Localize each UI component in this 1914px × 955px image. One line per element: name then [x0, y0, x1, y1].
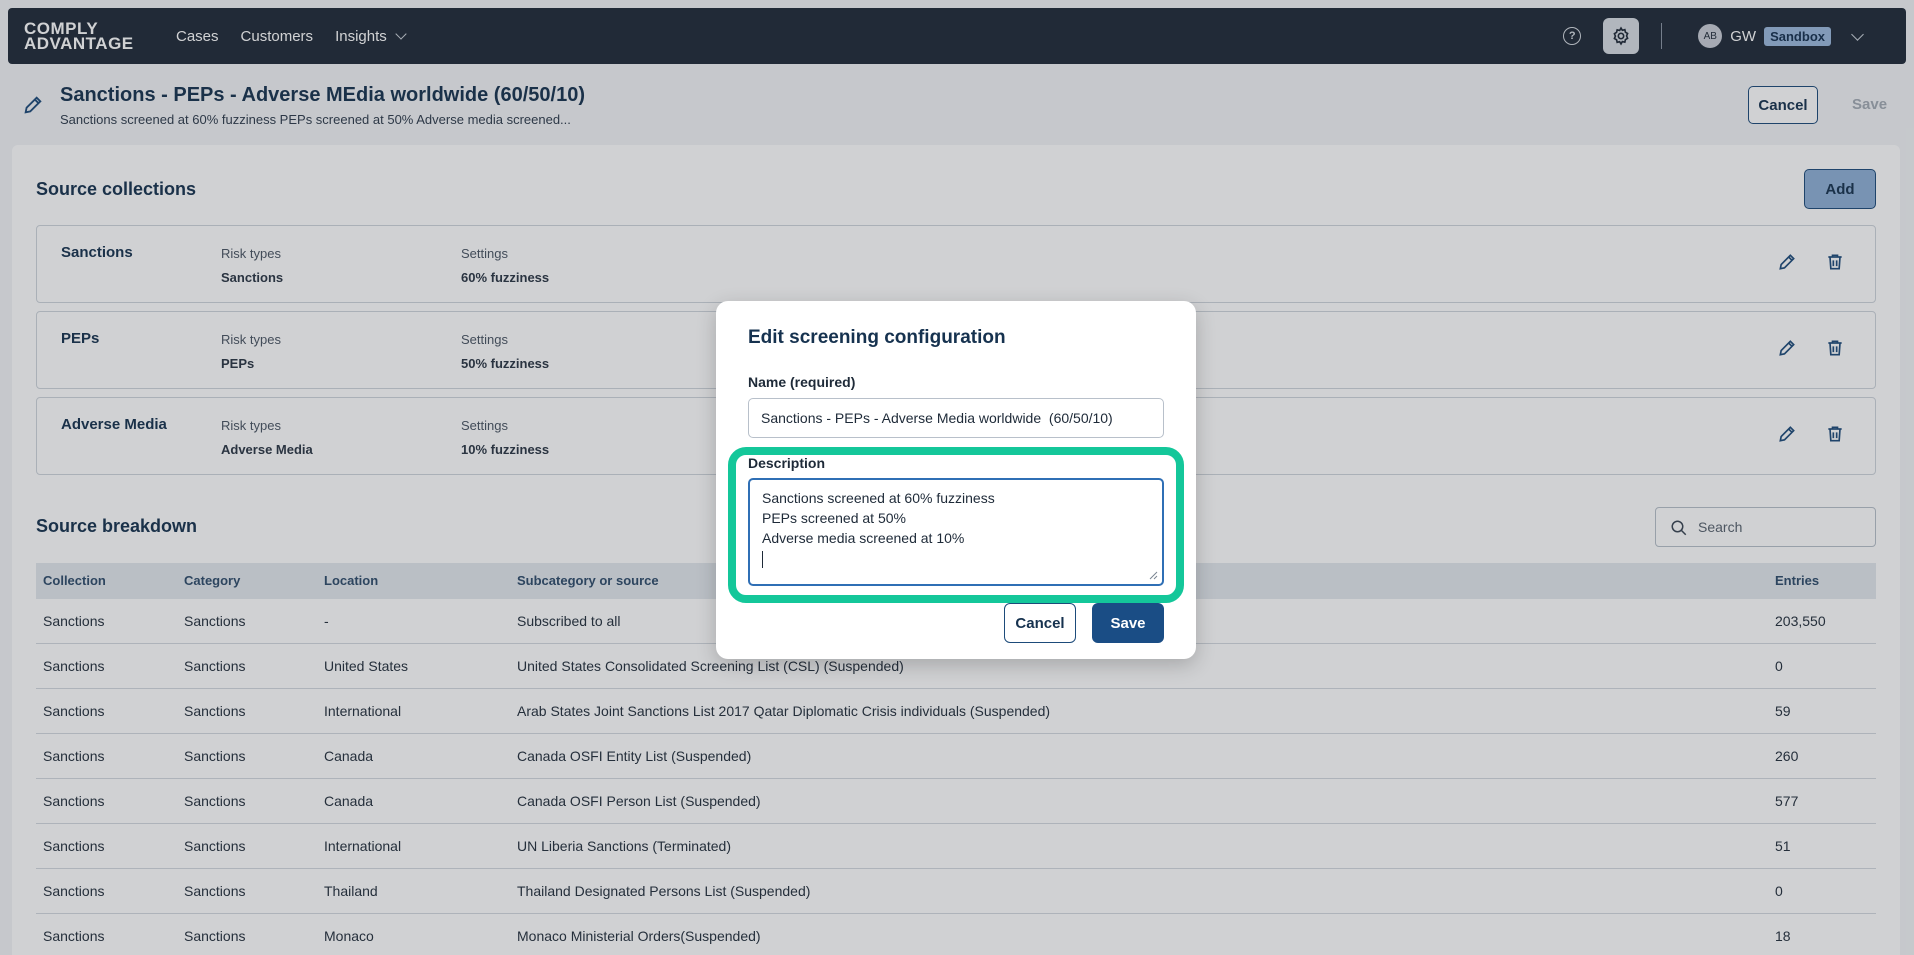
page: COMPLY ADVANTAGE Cases Customers Insight… — [0, 0, 1914, 955]
description-label: Description — [748, 455, 826, 471]
modal-cancel-button[interactable]: Cancel — [1004, 603, 1076, 643]
name-label: Name (required) — [748, 374, 856, 390]
description-line: Adverse media screened at 10% — [762, 530, 965, 546]
name-field[interactable] — [748, 398, 1164, 438]
description-field[interactable]: Sanctions screened at 60% fuzziness PEPs… — [748, 478, 1164, 586]
modal-save-button[interactable]: Save — [1092, 603, 1164, 643]
text-cursor — [762, 548, 1150, 568]
resize-grip-icon[interactable] — [1148, 570, 1158, 580]
description-line: PEPs screened at 50% — [762, 510, 906, 526]
edit-screening-modal: Edit screening configuration Name (requi… — [716, 301, 1196, 659]
description-line: Sanctions screened at 60% fuzziness — [762, 490, 995, 506]
modal-title: Edit screening configuration — [748, 327, 1006, 348]
